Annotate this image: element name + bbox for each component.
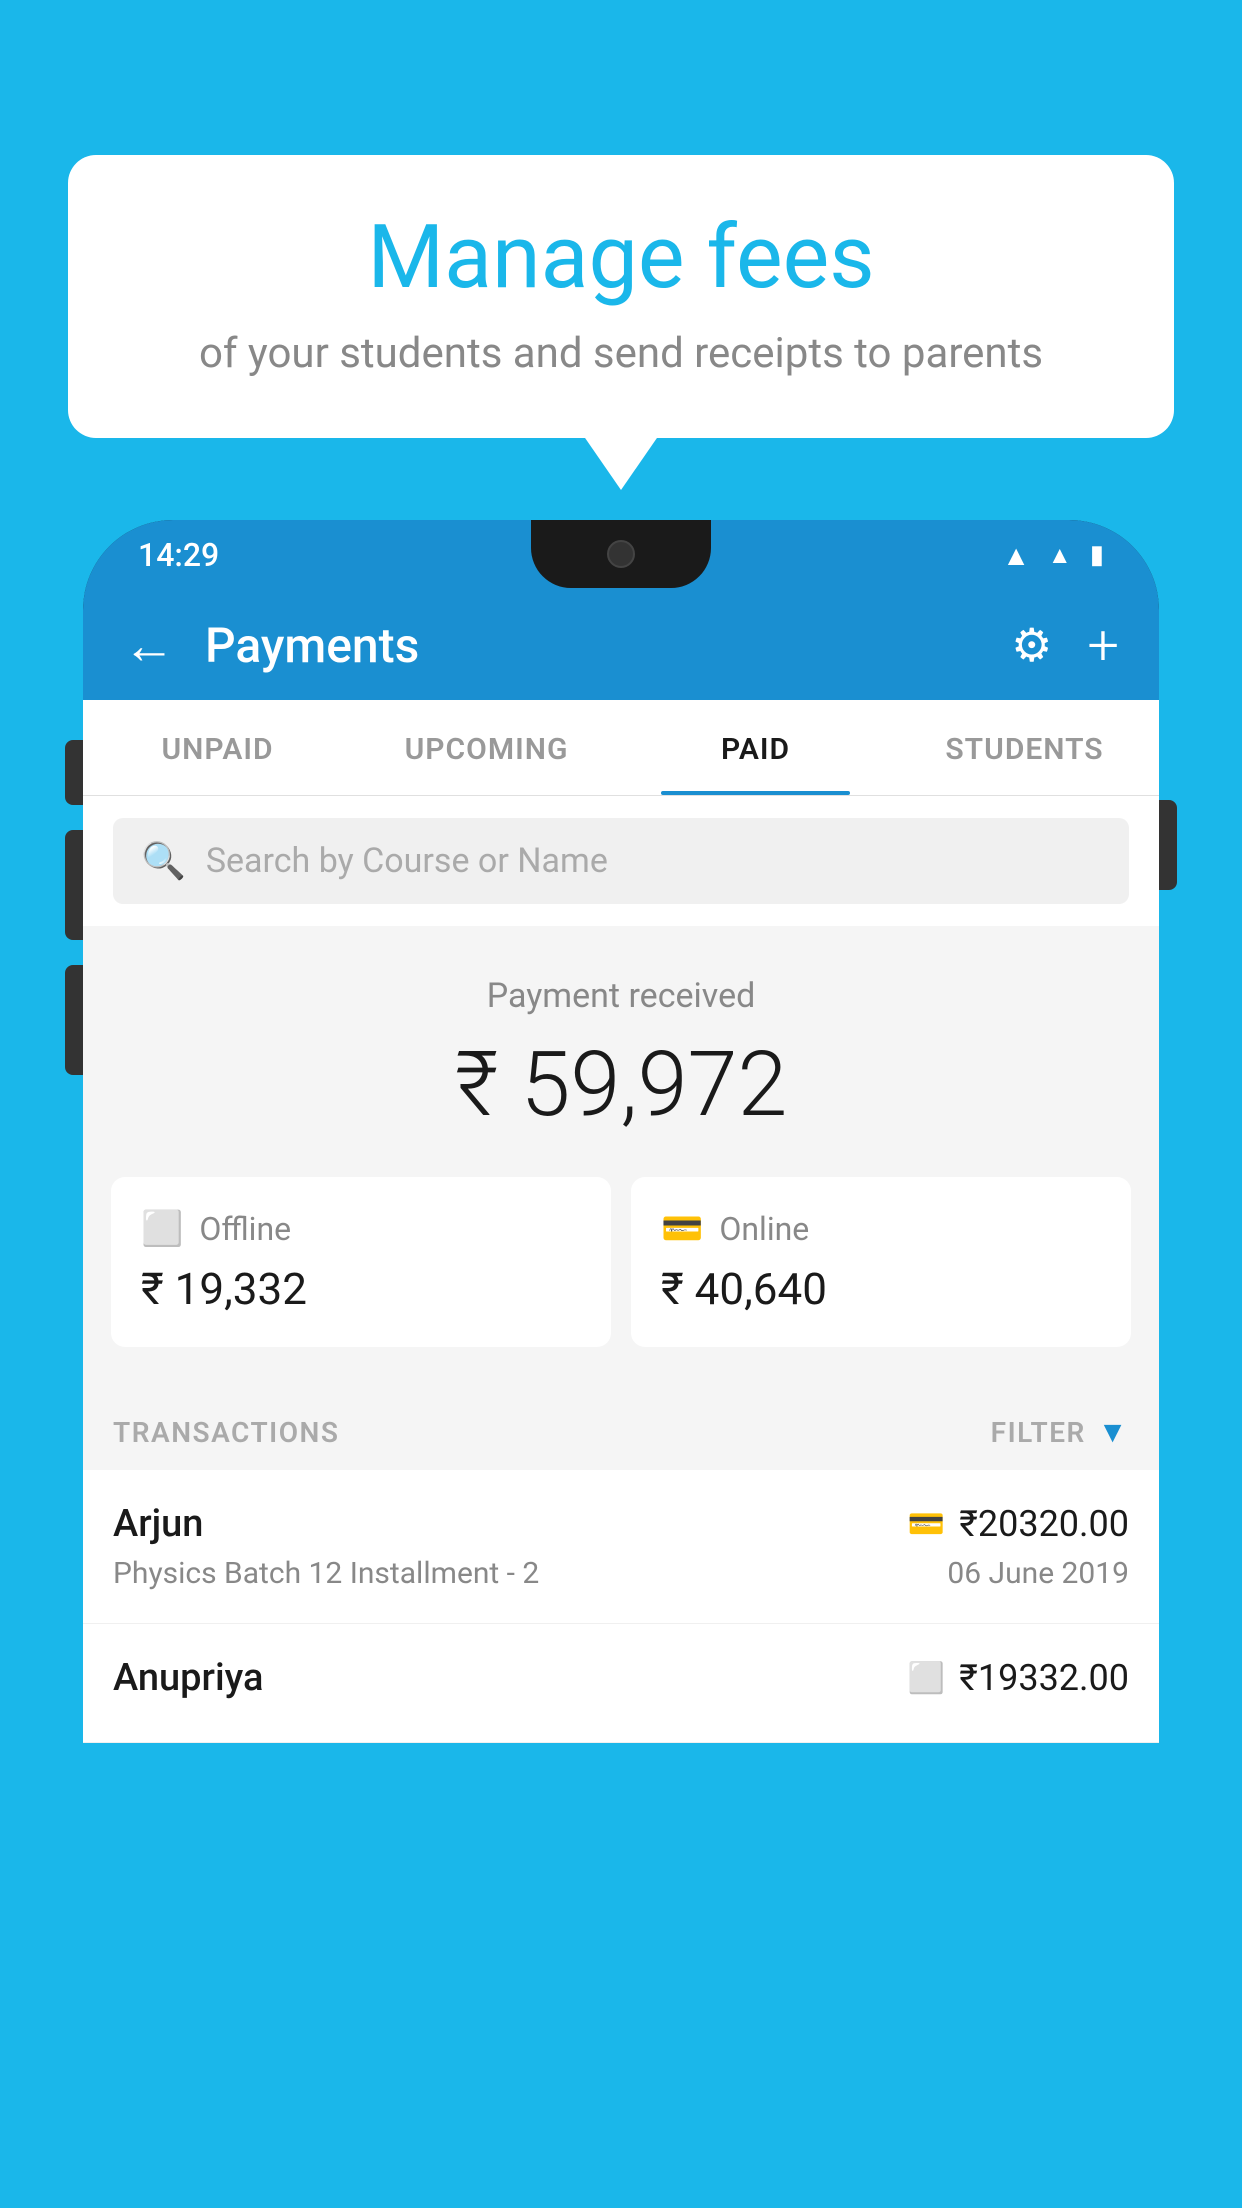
- online-icon: 💳: [661, 1209, 703, 1249]
- transaction-row-bottom: Physics Batch 12 Installment - 2 06 June…: [113, 1556, 1129, 1591]
- payment-received-section: Payment received ₹ 59,972: [83, 926, 1159, 1177]
- transaction-list: Arjun 💳 ₹20320.00 Physics Batch 12 Insta…: [83, 1470, 1159, 1743]
- wifi-icon: ▲: [1002, 539, 1030, 572]
- payment-type-icon: ⬜: [908, 1661, 945, 1696]
- settings-icon[interactable]: ⚙: [1011, 618, 1052, 673]
- page-title: Payments: [205, 617, 1011, 674]
- battery-icon: ▮: [1090, 540, 1104, 570]
- front-camera: [607, 540, 635, 568]
- transaction-amount: ₹19332.00: [959, 1657, 1129, 1699]
- bubble-subtitle: of your students and send receipts to pa…: [128, 329, 1114, 378]
- search-input[interactable]: Search by Course or Name: [206, 841, 608, 881]
- speech-bubble: Manage fees of your students and send re…: [68, 155, 1174, 438]
- bubble-title: Manage fees: [128, 210, 1114, 307]
- add-icon[interactable]: +: [1087, 612, 1119, 678]
- phone-notch: [531, 520, 711, 588]
- search-icon: 🔍: [141, 840, 186, 882]
- power-button: [1159, 800, 1177, 890]
- transactions-label: TRANSACTIONS: [113, 1416, 339, 1449]
- filter-icon: ▼: [1098, 1415, 1129, 1450]
- payment-total-amount: ₹ 59,972: [113, 1032, 1129, 1137]
- volume-silent-button: [65, 740, 83, 805]
- volume-down-button: [65, 965, 83, 1075]
- transaction-row-top: Arjun 💳 ₹20320.00: [113, 1502, 1129, 1546]
- transaction-date: 06 June 2019: [947, 1556, 1129, 1591]
- phone-frame: 14:29 ▲ ▲ ▮ ← Payments ⚙ +: [83, 520, 1159, 1743]
- offline-icon: ⬜: [141, 1209, 183, 1249]
- app-body: 🔍 Search by Course or Name Payment recei…: [83, 796, 1159, 1743]
- offline-label: Offline: [199, 1210, 291, 1248]
- online-label: Online: [719, 1210, 809, 1248]
- app-header: ← Payments ⚙ +: [83, 590, 1159, 700]
- filter-button[interactable]: FILTER ▼: [991, 1415, 1129, 1450]
- online-payment-card: 💳 Online ₹ 40,640: [631, 1177, 1131, 1347]
- payment-label: Payment received: [113, 976, 1129, 1016]
- transaction-name: Anupriya: [113, 1656, 263, 1700]
- tab-upcoming[interactable]: UPCOMING: [352, 700, 621, 795]
- header-actions: ⚙ +: [1011, 612, 1119, 678]
- tab-paid[interactable]: PAID: [621, 700, 890, 795]
- transaction-amount: ₹20320.00: [959, 1503, 1129, 1545]
- tab-students[interactable]: STUDENTS: [890, 700, 1159, 795]
- transaction-course: Physics Batch 12 Installment - 2: [113, 1556, 539, 1591]
- filter-label: FILTER: [991, 1416, 1086, 1449]
- offline-amount: ₹ 19,332: [141, 1263, 581, 1315]
- search-box[interactable]: 🔍 Search by Course or Name: [113, 818, 1129, 904]
- online-card-header: 💳 Online: [661, 1209, 1101, 1249]
- transaction-amount-wrap: 💳 ₹20320.00: [908, 1503, 1129, 1545]
- signal-icon: ▲: [1048, 541, 1072, 570]
- transaction-name: Arjun: [113, 1502, 203, 1546]
- transactions-header: TRANSACTIONS FILTER ▼: [83, 1387, 1159, 1470]
- transaction-row-top: Anupriya ⬜ ₹19332.00: [113, 1656, 1129, 1700]
- search-container: 🔍 Search by Course or Name: [83, 796, 1159, 926]
- volume-up-button: [65, 830, 83, 940]
- table-row[interactable]: Arjun 💳 ₹20320.00 Physics Batch 12 Insta…: [83, 1470, 1159, 1624]
- tab-bar: UNPAID UPCOMING PAID STUDENTS: [83, 700, 1159, 796]
- online-amount: ₹ 40,640: [661, 1263, 1101, 1315]
- payment-type-icon: 💳: [908, 1507, 945, 1542]
- table-row[interactable]: Anupriya ⬜ ₹19332.00: [83, 1624, 1159, 1743]
- tab-unpaid[interactable]: UNPAID: [83, 700, 352, 795]
- phone-container: 14:29 ▲ ▲ ▮ ← Payments ⚙ +: [83, 520, 1159, 2208]
- offline-card-header: ⬜ Offline: [141, 1209, 581, 1249]
- status-time: 14:29: [138, 536, 219, 574]
- status-icons: ▲ ▲ ▮: [1002, 539, 1104, 572]
- payment-cards: ⬜ Offline ₹ 19,332 💳 Online ₹ 40,640: [83, 1177, 1159, 1387]
- back-button[interactable]: ←: [123, 615, 175, 676]
- transaction-amount-wrap: ⬜ ₹19332.00: [908, 1657, 1129, 1699]
- offline-payment-card: ⬜ Offline ₹ 19,332: [111, 1177, 611, 1347]
